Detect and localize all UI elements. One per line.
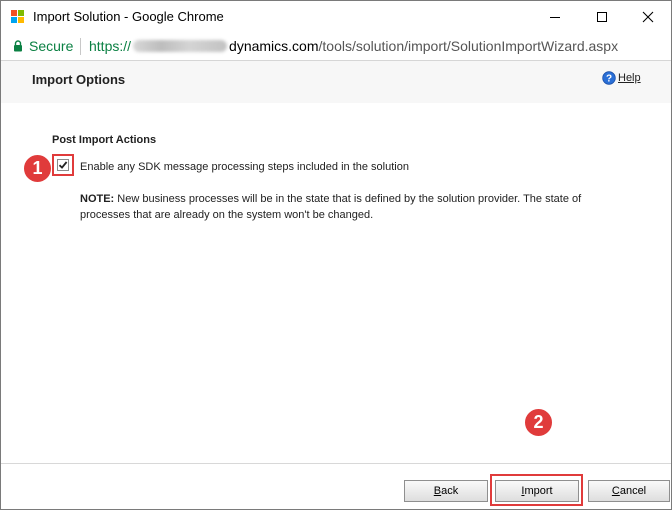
url-text[interactable]: https:// dynamics.com/tools/solution/impo…: [89, 38, 618, 54]
step-badge-2: 2: [524, 408, 553, 437]
title-bar: Import Solution - Google Chrome: [1, 1, 671, 33]
close-window-button[interactable]: [625, 1, 671, 33]
url-path: /tools/solution/import/SolutionImportWiz…: [318, 38, 619, 54]
svg-text:?: ?: [606, 74, 612, 85]
lock-icon: [14, 40, 22, 52]
help-label: Help: [618, 72, 641, 84]
note-text: NOTE: New business processes will be in …: [80, 191, 620, 223]
redacted-subdomain: [133, 40, 228, 52]
window-title: Import Solution - Google Chrome: [33, 9, 224, 24]
back-button[interactable]: Back: [404, 480, 488, 502]
address-bar[interactable]: Secure https:// dynamics.com/tools/soluti…: [1, 33, 671, 61]
help-link[interactable]: ? Help: [602, 71, 641, 85]
secure-label: Secure: [29, 38, 74, 54]
help-icon: ?: [602, 71, 616, 85]
minimize-icon: [550, 17, 560, 18]
cancel-mnemonic: C: [611, 485, 620, 497]
maximize-icon: [597, 12, 607, 22]
close-icon: [642, 11, 654, 23]
page-header: Import Options ? Help: [1, 61, 671, 103]
maximize-button[interactable]: [579, 1, 625, 33]
back-rest: ack: [441, 485, 459, 497]
url-domain: dynamics.com: [229, 38, 319, 54]
back-mnemonic: B: [433, 485, 442, 497]
import-button-highlight: [490, 474, 583, 506]
enable-sdk-steps-label[interactable]: Enable any SDK message processing steps …: [80, 161, 409, 173]
microsoft-logo-icon: [11, 10, 25, 24]
post-import-actions-title: Post Import Actions: [52, 134, 157, 146]
checkbox-highlight: [52, 154, 74, 176]
cancel-rest: ancel: [619, 485, 647, 497]
note-body: New business processes will be in the st…: [80, 193, 582, 221]
url-scheme: https://: [89, 38, 132, 54]
note-label: NOTE:: [80, 193, 115, 205]
chrome-window: Import Solution - Google Chrome Secure h…: [0, 0, 672, 510]
step-badge-1: 1: [23, 154, 52, 183]
page-title: Import Options: [32, 72, 126, 87]
minimize-button[interactable]: [532, 1, 578, 33]
address-separator: [80, 38, 81, 55]
cancel-button[interactable]: Cancel: [588, 480, 670, 502]
